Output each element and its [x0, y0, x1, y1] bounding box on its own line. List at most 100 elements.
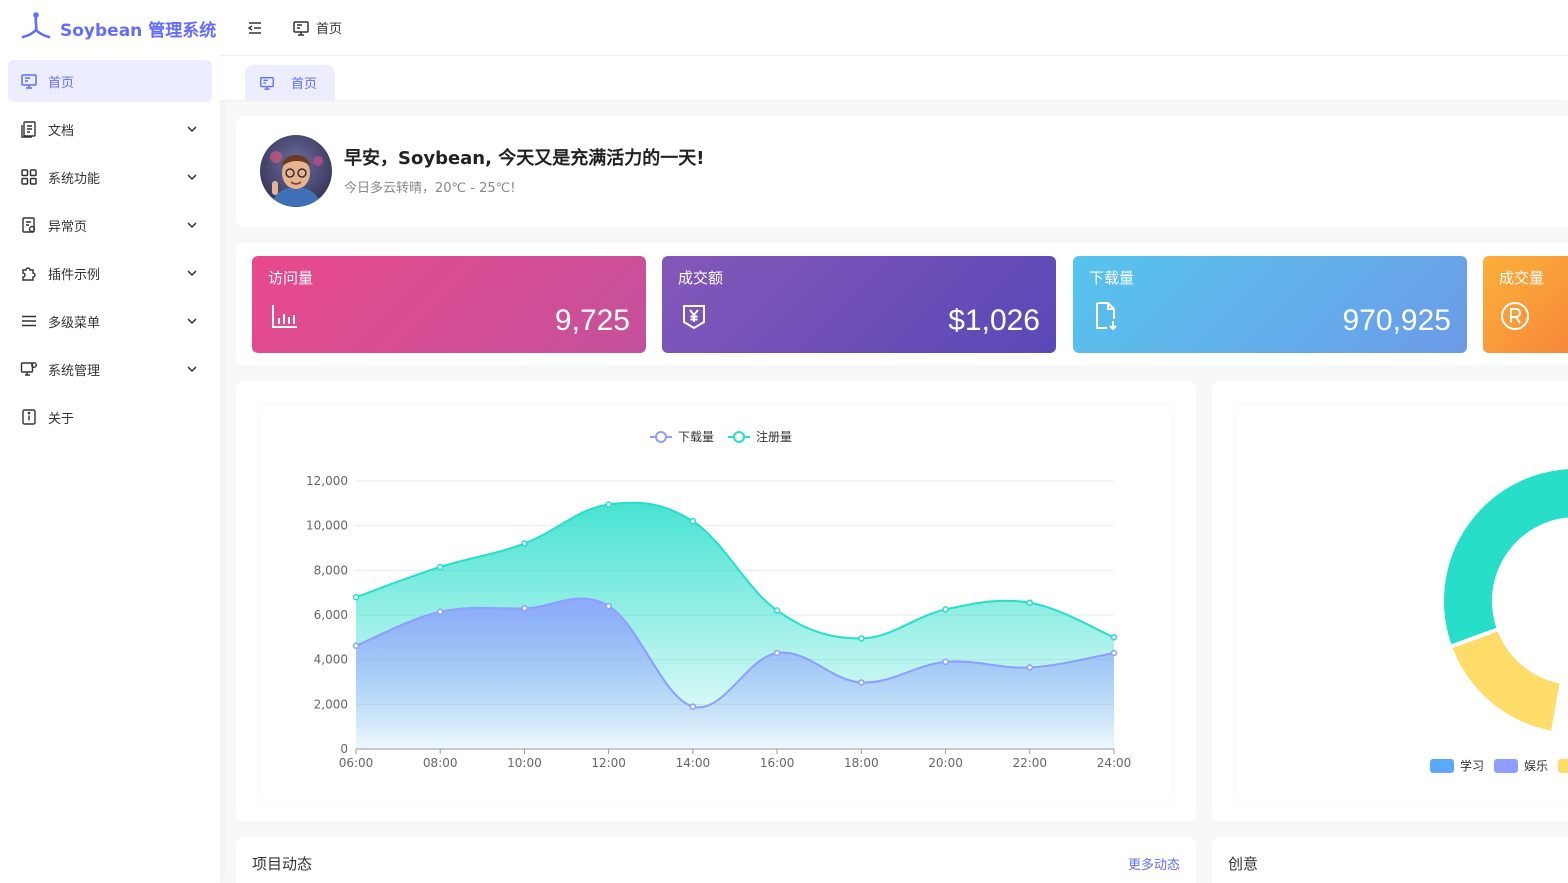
- legend-marker: [655, 431, 667, 443]
- info-icon: [22, 409, 36, 425]
- data-point: [942, 606, 949, 613]
- data-point: [605, 602, 612, 610]
- legend-swatch: [1430, 759, 1454, 773]
- settings-monitor-icon: [20, 362, 37, 376]
- stat-card-revenue: 成交额 $1,026: [662, 256, 1056, 353]
- data-point: [1110, 649, 1118, 657]
- y-tick-label: 10,000: [306, 519, 348, 533]
- chevron-down-icon: [187, 222, 197, 229]
- data-point: [689, 517, 697, 525]
- stat-card-visits: 访问量 9,725: [252, 256, 646, 353]
- welcome-card: 早安，Soybean, 今天又是充满活力的一天! 今日多云转晴，20℃ - 25…: [236, 116, 1568, 227]
- project-activity-title: 项目动态: [252, 855, 313, 873]
- stat-title: 访问量: [268, 269, 314, 287]
- x-tick-label: 18:00: [844, 756, 879, 770]
- legend-item: 注册量: [728, 429, 792, 444]
- sidebar-item-home[interactable]: 首页: [8, 60, 212, 102]
- chevron-down-icon: [187, 126, 197, 133]
- y-tick-label: 0: [340, 742, 348, 756]
- data-point: [858, 635, 865, 642]
- legend-item: [1558, 759, 1568, 773]
- tab-label: 首页: [291, 77, 318, 92]
- sidebar-item-plugins[interactable]: 插件示例: [8, 252, 212, 294]
- breadcrumb[interactable]: 首页: [292, 18, 342, 37]
- stat-card-downloads: 下载量 970,925: [1073, 256, 1467, 353]
- data-point: [352, 593, 360, 601]
- x-tick-label: 12:00: [591, 756, 626, 770]
- data-point: [1026, 664, 1034, 671]
- x-tick-label: 10:00: [507, 756, 542, 770]
- sidebar-item-label: 多级菜单: [48, 315, 101, 331]
- chevron-down-icon: [187, 174, 197, 181]
- legend-item: 娱乐: [1494, 759, 1548, 773]
- line-chart-container: 0 2,000 4,000 6,000 8,000 10,000 12,000 06:00 08…: [260, 405, 1172, 801]
- sidebar-item-docs[interactable]: 文档: [8, 108, 212, 150]
- chevron-down-icon: [187, 366, 197, 373]
- sidebar-item-label: 关于: [48, 411, 75, 427]
- sidebar-item-about[interactable]: 关于: [8, 396, 212, 438]
- legend-item: 下载量: [650, 430, 714, 444]
- legend-label: 学习: [1460, 758, 1484, 773]
- sidebar-item-system-manage[interactable]: 系统管理: [8, 348, 212, 390]
- breadcrumb-label: 首页: [316, 22, 343, 37]
- x-tick-label: 08:00: [423, 756, 458, 770]
- x-tick-label: 14:00: [676, 756, 711, 770]
- project-activity-card: 项目动态 更多动态: [236, 837, 1196, 883]
- data-point: [436, 563, 444, 571]
- legend-label: 注册量: [756, 429, 792, 444]
- greeting-text: 早安，Soybean, 今天又是充满活力的一天!: [344, 148, 705, 169]
- data-point: [436, 608, 444, 616]
- bar-chart-icon: [272, 305, 297, 328]
- creative-title: 创意: [1228, 855, 1259, 873]
- y-tick-label: 8,000: [314, 563, 348, 577]
- stat-title: 下载量: [1089, 269, 1135, 287]
- sidebar-item-multi-menu[interactable]: 多级菜单: [8, 300, 212, 342]
- legend-item: 学习: [1430, 758, 1484, 773]
- legend-swatch: [1558, 759, 1568, 773]
- chevron-down-icon: [187, 270, 197, 277]
- stat-title: 成交量: [1499, 269, 1545, 287]
- sidebar-item-label: 系统功能: [48, 171, 101, 187]
- sidebar-menu: 首页 文档 系统功能 异常页 插件示例 多级菜单 系统管理 关于: [0, 56, 220, 448]
- stat-title: 成交额: [678, 269, 724, 287]
- data-point: [521, 605, 528, 612]
- file-download-icon: [1096, 302, 1117, 331]
- stat-card-deals: 成交量: [1483, 256, 1568, 353]
- y-tick-label: 6,000: [314, 608, 348, 622]
- data-point: [858, 679, 865, 686]
- line-chart: 0 2,000 4,000 6,000 8,000 10,000 12,000 06:00 08…: [306, 429, 1131, 770]
- data-point: [689, 703, 697, 710]
- x-tick-label: 20:00: [928, 756, 963, 770]
- pie-chart: 学习 娱乐: [1430, 465, 1568, 773]
- soybean-logo-icon: [21, 12, 51, 39]
- data-point: [942, 658, 949, 666]
- monitor-icon: [21, 74, 37, 89]
- grid-icon: [21, 169, 37, 185]
- tab-home[interactable]: 首页: [245, 65, 335, 100]
- legend-swatch: [1494, 759, 1518, 773]
- more-activity-link[interactable]: 更多动态: [1128, 854, 1180, 873]
- top-header: 首页: [220, 0, 1568, 56]
- puzzle-icon: [22, 267, 36, 281]
- monitor-icon: [293, 20, 309, 36]
- avatar: [260, 135, 332, 207]
- legend-label: 娱乐: [1524, 759, 1548, 773]
- data-point: [773, 607, 781, 614]
- x-tick-label: 06:00: [339, 756, 374, 770]
- error-page-icon: [22, 217, 36, 233]
- yen-bag-icon: [683, 305, 705, 330]
- sidebar: Soybean 管理系统 首页 文档 系统功能 异常页 插件示例 多级菜单 系统…: [0, 0, 220, 883]
- menu-collapse-icon[interactable]: [246, 19, 264, 37]
- legend-marker: [733, 431, 745, 443]
- x-tick-label: 16:00: [760, 756, 795, 770]
- sidebar-item-label: 插件示例: [48, 267, 101, 283]
- data-point: [773, 649, 781, 657]
- x-tick-label: 22:00: [1012, 756, 1047, 770]
- y-tick-label: 2,000: [314, 697, 348, 711]
- legend-label: 下载量: [678, 430, 714, 444]
- sidebar-item-exception[interactable]: 异常页: [8, 204, 212, 246]
- brand[interactable]: Soybean 管理系统: [0, 0, 220, 56]
- sidebar-item-label: 文档: [48, 123, 75, 139]
- sidebar-item-system-functions[interactable]: 系统功能: [8, 156, 212, 198]
- y-tick-label: 12,000: [306, 474, 348, 488]
